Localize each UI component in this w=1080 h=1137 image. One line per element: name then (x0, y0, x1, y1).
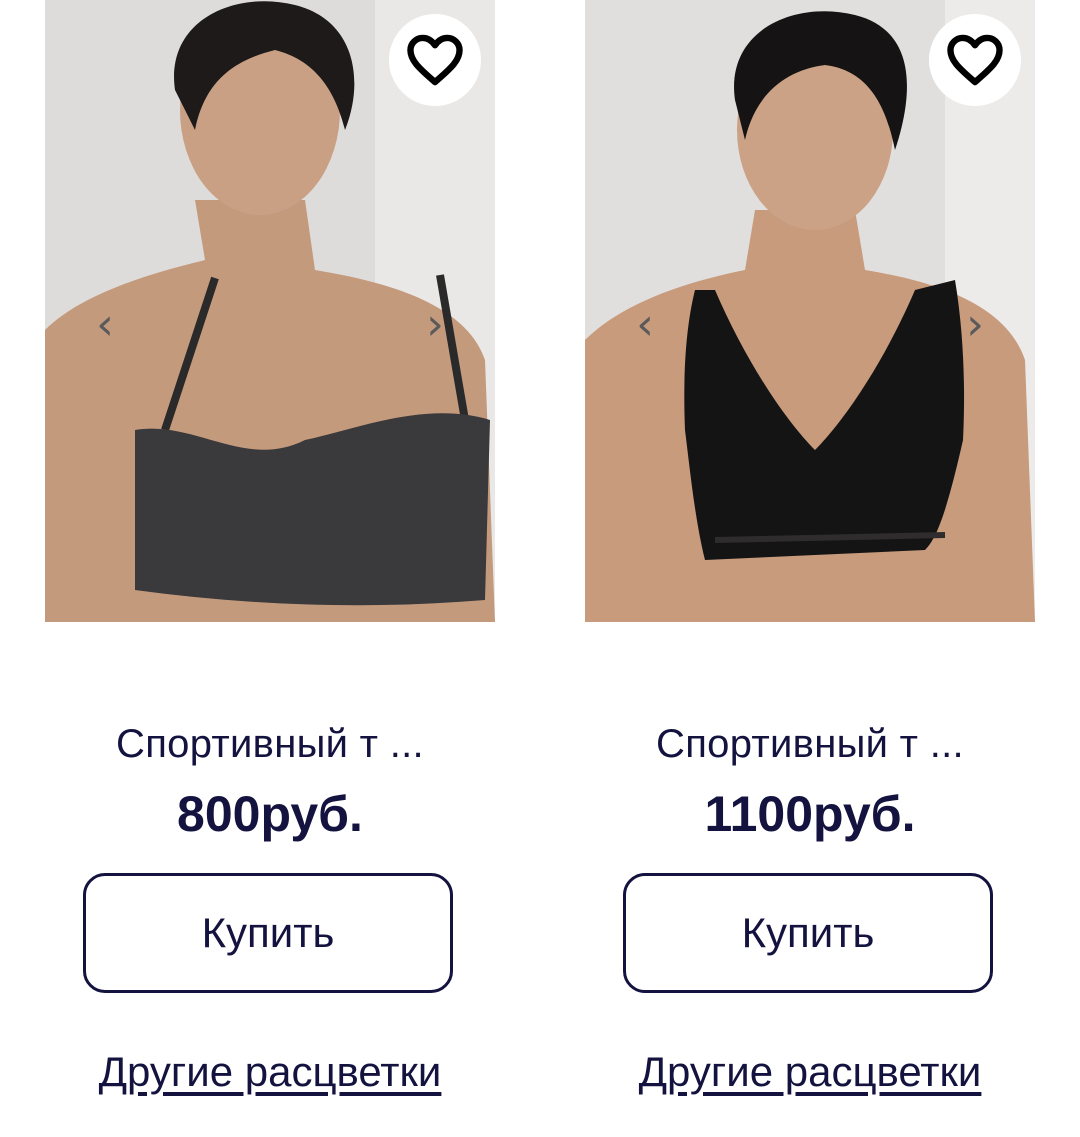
previous-image-arrow[interactable]: ‹ (85, 300, 125, 350)
heart-icon (947, 34, 1003, 86)
next-image-arrow[interactable]: › (415, 300, 455, 350)
product-price: 800руб. (177, 786, 363, 842)
heart-icon (407, 34, 463, 86)
favorite-button[interactable] (389, 14, 481, 106)
next-image-arrow[interactable]: › (955, 300, 995, 350)
favorite-button[interactable] (929, 14, 1021, 106)
buy-button[interactable]: Купить (623, 873, 993, 993)
other-colors-link[interactable]: Другие расцветки (45, 1048, 495, 1096)
product-name[interactable]: Спортивный т ... (45, 722, 495, 767)
product-name[interactable]: Спортивный т ... (585, 722, 1035, 767)
previous-image-arrow[interactable]: ‹ (625, 300, 665, 350)
buy-button[interactable]: Купить (83, 873, 453, 993)
product-image[interactable]: ‹ › (585, 0, 1035, 622)
product-grid: ‹ › Спортивный т ... 800руб. Купить Друг… (0, 0, 1080, 1137)
product-card: ‹ › Спортивный т ... 800руб. Купить Друг… (45, 0, 495, 1095)
product-price: 1100руб. (704, 786, 916, 842)
product-card: ‹ › Спортивный т ... 1100руб. Купить Дру… (585, 0, 1035, 1095)
product-image[interactable]: ‹ › (45, 0, 495, 622)
other-colors-link[interactable]: Другие расцветки (585, 1048, 1035, 1096)
